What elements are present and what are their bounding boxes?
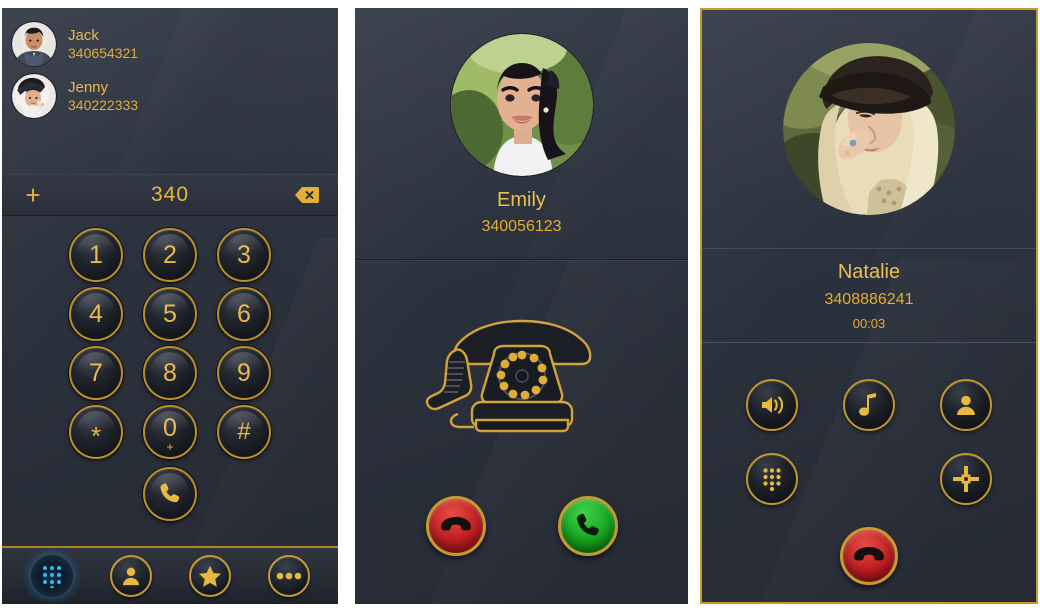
keypad-row: * 0 + # bbox=[69, 405, 271, 459]
answer-actions bbox=[355, 496, 688, 556]
incoming-call-screen: Emily 340056123 bbox=[355, 8, 688, 604]
handset-down-icon bbox=[854, 547, 884, 561]
handset-down-icon bbox=[440, 517, 471, 531]
screenshot-stage: Jack 340654321 Jenny 340222333 + 340 1 2… bbox=[0, 0, 1040, 612]
hold-button[interactable] bbox=[843, 379, 895, 431]
active-call-screen: Natalie 3408886241 00:03 bbox=[700, 8, 1038, 604]
keypad-button[interactable] bbox=[746, 453, 798, 505]
key-0-label: 0 bbox=[163, 414, 177, 442]
caller-name: Emily bbox=[497, 189, 546, 211]
caller-photo-natalie bbox=[783, 43, 955, 215]
call-controls bbox=[702, 343, 1036, 505]
handset-up-icon bbox=[576, 513, 599, 536]
key-6[interactable]: 6 bbox=[217, 287, 271, 341]
key-9[interactable]: 9 bbox=[217, 346, 271, 400]
star-icon bbox=[198, 565, 221, 587]
speaker-button[interactable] bbox=[746, 379, 798, 431]
contact-meta: Jenny 340222333 bbox=[68, 80, 138, 112]
key-7[interactable]: 7 bbox=[69, 346, 123, 400]
person-icon bbox=[957, 395, 975, 415]
contact-photo-jack bbox=[12, 22, 56, 66]
sidebar-item-keypad[interactable] bbox=[30, 555, 73, 597]
active-call-info: Natalie 3408886241 00:03 bbox=[702, 248, 1036, 343]
keypad-row bbox=[143, 464, 197, 521]
keypad-dots-icon bbox=[763, 468, 781, 491]
key-star[interactable]: * bbox=[69, 405, 123, 459]
contact-name: Jenny bbox=[68, 79, 109, 96]
active-caller-photo bbox=[702, 10, 1036, 248]
keypad-row: 4 5 6 bbox=[69, 287, 271, 341]
sidebar-item-favorites[interactable] bbox=[188, 555, 231, 597]
sidebar-item-more[interactable] bbox=[267, 555, 310, 597]
minimize-button[interactable] bbox=[940, 453, 992, 505]
dial-input-row: + 340 bbox=[2, 174, 338, 216]
key-8[interactable]: 8 bbox=[143, 346, 197, 400]
collapse-cross-icon bbox=[953, 466, 979, 492]
contact-list: Jack 340654321 Jenny 340222333 bbox=[2, 8, 338, 174]
rotary-telephone-illustration bbox=[355, 260, 688, 490]
list-item[interactable]: Jack 340654321 bbox=[2, 18, 338, 70]
key-4[interactable]: 4 bbox=[69, 287, 123, 341]
call-controls-row bbox=[746, 453, 992, 505]
keypad-dots-icon bbox=[42, 566, 61, 588]
backspace-icon[interactable] bbox=[276, 186, 338, 204]
call-timer: 00:03 bbox=[852, 316, 886, 331]
contact-photo-jenny bbox=[12, 74, 56, 118]
caller-number: 340056123 bbox=[481, 218, 562, 235]
sidebar-item-contacts[interactable] bbox=[109, 555, 152, 597]
dialed-number-display[interactable]: 340 bbox=[64, 183, 276, 207]
caller-block: Emily 340056123 bbox=[355, 8, 688, 260]
active-caller-name: Natalie bbox=[837, 261, 901, 283]
key-0[interactable]: 0 + bbox=[143, 405, 197, 459]
ellipsis-icon bbox=[276, 572, 301, 580]
end-call-actions bbox=[702, 527, 1036, 585]
speaker-icon bbox=[762, 396, 784, 414]
active-caller-number: 3408886241 bbox=[824, 291, 914, 308]
contact-number: 340222333 bbox=[68, 97, 139, 113]
decline-call-button[interactable] bbox=[425, 496, 486, 556]
caller-photo-emily bbox=[450, 34, 593, 176]
keypad: 1 2 3 4 5 6 7 8 9 * 0 + # bbox=[2, 216, 338, 540]
key-2[interactable]: 2 bbox=[143, 228, 197, 282]
contacts-button[interactable] bbox=[940, 379, 992, 431]
call-button[interactable] bbox=[143, 467, 197, 521]
contact-meta: Jack 340654321 bbox=[68, 28, 138, 60]
end-call-button[interactable] bbox=[840, 527, 898, 585]
accept-call-button[interactable] bbox=[557, 496, 618, 556]
keypad-row: 1 2 3 bbox=[69, 228, 271, 282]
bottom-tab-bar bbox=[2, 546, 338, 604]
music-note-icon bbox=[859, 393, 876, 416]
key-hash[interactable]: # bbox=[217, 405, 271, 459]
keypad-row: 7 8 9 bbox=[69, 346, 271, 400]
dialer-screen: Jack 340654321 Jenny 340222333 + 340 1 2… bbox=[2, 8, 338, 604]
call-controls-row bbox=[746, 379, 992, 431]
contact-number: 340654321 bbox=[68, 45, 139, 61]
key-3[interactable]: 3 bbox=[217, 228, 271, 282]
person-icon bbox=[122, 567, 139, 586]
list-item[interactable]: Jenny 340222333 bbox=[2, 70, 338, 122]
key-5[interactable]: 5 bbox=[143, 287, 197, 341]
contact-name: Jack bbox=[68, 27, 99, 44]
phone-handset-icon bbox=[160, 483, 180, 503]
key-0-plus: + bbox=[166, 440, 174, 454]
add-contact-button[interactable]: + bbox=[2, 182, 64, 208]
key-1[interactable]: 1 bbox=[69, 228, 123, 282]
